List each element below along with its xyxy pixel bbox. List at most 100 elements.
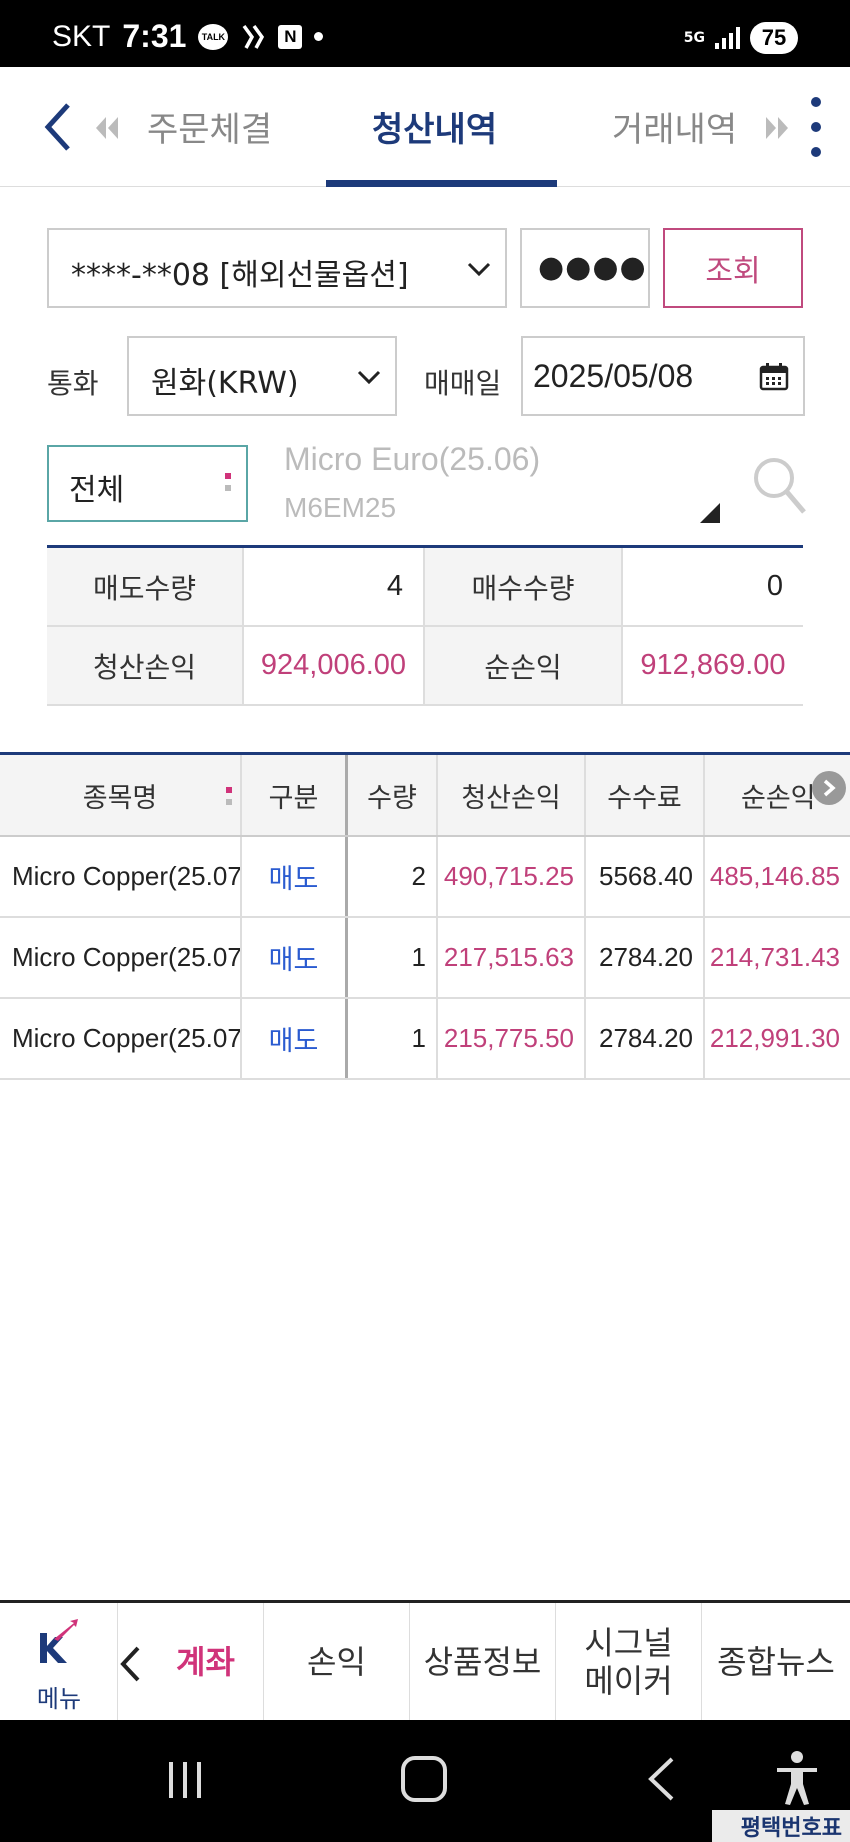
menu-item-signal-maker[interactable]: 시그널 메이커 bbox=[556, 1603, 702, 1720]
liquidation-table: 종목명 구분 수량 청산손익 수수료 순손익 Micro Copper(25.0… bbox=[0, 752, 850, 1080]
currency-label: 통화 bbox=[47, 367, 99, 400]
col-header-product-label: 종목명 bbox=[82, 782, 158, 814]
menu-item-account[interactable]: 계좌 bbox=[118, 1603, 264, 1720]
main-menu-button[interactable]: 메뉴 bbox=[0, 1603, 118, 1720]
buy-qty-label: 매수수량 bbox=[425, 548, 623, 625]
net-pl-value: 912,869.00 bbox=[640, 649, 786, 681]
more-menu-icon[interactable] bbox=[806, 97, 826, 157]
chevron-down-icon bbox=[467, 262, 491, 277]
menu-item-pl[interactable]: 손익 bbox=[264, 1603, 410, 1720]
cell-side: 매도 bbox=[242, 999, 348, 1078]
password-input[interactable]: ●●●● bbox=[520, 228, 650, 308]
col-header-net-pl: 순손익 bbox=[705, 755, 850, 835]
product-code: M6EM25 bbox=[284, 492, 397, 523]
cell-liquidation-pl: 217,515.63 bbox=[438, 918, 586, 997]
prev-tab-icon[interactable] bbox=[92, 113, 122, 143]
back-button[interactable] bbox=[40, 97, 80, 157]
cell-fee: 5568.40 bbox=[586, 837, 705, 916]
next-tab-icon[interactable] bbox=[762, 113, 792, 143]
bottom-menu: 메뉴 계좌 손익 상품정보 시그널 메이커 종합뉴스 bbox=[0, 1600, 850, 1720]
dropdown-corner-icon[interactable] bbox=[700, 503, 720, 523]
back-arrow-icon bbox=[44, 103, 70, 151]
trade-date-field[interactable]: 2025/05/08 bbox=[521, 336, 805, 416]
status-left: SKT 7:31 TALK N bbox=[52, 18, 324, 55]
summary-row: 청산손익 924,006.00 순손익 912,869.00 bbox=[47, 627, 803, 706]
cell-liquidation-pl: 490,715.25 bbox=[438, 837, 586, 916]
notification-dot-icon bbox=[314, 32, 324, 41]
clock: 7:31 bbox=[122, 18, 187, 54]
account-select-value: ****-**08 [해외선물옵션] bbox=[71, 258, 409, 293]
cell-product: Micro Copper(25.07) bbox=[0, 918, 242, 997]
chevron-left-icon[interactable] bbox=[118, 1645, 142, 1683]
watermark: 평택번호표 bbox=[712, 1810, 850, 1842]
search-icon[interactable] bbox=[752, 456, 806, 516]
trade-date-label: 매매일 bbox=[424, 367, 502, 400]
accessibility-icon[interactable] bbox=[775, 1750, 819, 1806]
cell-side: 매도 bbox=[242, 837, 348, 916]
bolt-icon bbox=[240, 24, 266, 50]
scroll-right-icon[interactable] bbox=[812, 771, 846, 805]
naver-icon: N bbox=[278, 24, 303, 49]
net-pl-label: 순손익 bbox=[425, 627, 623, 704]
signal-icon bbox=[715, 27, 740, 49]
currency-select[interactable]: 원화(KRW) bbox=[127, 336, 397, 416]
liquidation-pl-value: 924,006.00 bbox=[244, 627, 425, 704]
table-row[interactable]: Micro Copper(25.07) 매도 1 215,775.50 2784… bbox=[0, 999, 850, 1080]
menu-item-product-info[interactable]: 상품정보 bbox=[410, 1603, 556, 1720]
tab-order-execution[interactable]: 주문체결 bbox=[147, 102, 272, 151]
sell-qty-value: 4 bbox=[244, 548, 425, 625]
tab-trade-history[interactable]: 거래내역 bbox=[612, 102, 737, 151]
cell-net-pl: 485,146.85 bbox=[709, 861, 840, 891]
cell-product: Micro Copper(25.07) bbox=[0, 999, 242, 1078]
col-header-qty: 수량 bbox=[348, 755, 438, 835]
cell-side: 매도 bbox=[242, 918, 348, 997]
home-icon[interactable] bbox=[401, 1756, 447, 1802]
recent-apps-icon[interactable] bbox=[165, 1760, 205, 1800]
table-row[interactable]: Micro Copper(25.07) 매도 1 217,515.63 2784… bbox=[0, 918, 850, 999]
col-header-liquidation-pl: 청산손익 bbox=[438, 755, 586, 835]
cell-liquidation-pl: 215,775.50 bbox=[438, 999, 586, 1078]
carrier-label: SKT bbox=[52, 19, 111, 53]
active-tab-indicator bbox=[326, 180, 557, 187]
liquidation-pl-label: 청산손익 bbox=[47, 627, 244, 704]
summary-row: 매도수량 4 매수수량 0 bbox=[47, 548, 803, 627]
password-mask: ●●●● bbox=[538, 250, 647, 285]
status-bar: SKT 7:31 TALK N 5G 75 bbox=[0, 0, 850, 67]
tab-liquidation-history[interactable]: 청산내역 bbox=[372, 102, 497, 151]
scope-select[interactable]: 전체 bbox=[47, 445, 248, 522]
kakaotalk-icon: TALK bbox=[198, 23, 229, 50]
chevron-down-icon bbox=[357, 370, 381, 385]
status-right: 5G 75 bbox=[684, 22, 798, 54]
col-header-side: 구분 bbox=[242, 755, 348, 835]
table-header: 종목명 구분 수량 청산손익 수수료 순손익 bbox=[0, 755, 850, 837]
scope-select-value: 전체 bbox=[69, 473, 125, 508]
account-select[interactable]: ****-**08 [해외선물옵션] bbox=[47, 228, 507, 308]
sort-marker-icon bbox=[226, 787, 232, 807]
table-row[interactable]: Micro Copper(25.07) 매도 2 490,715.25 5568… bbox=[0, 837, 850, 918]
calendar-icon[interactable] bbox=[759, 362, 789, 392]
cell-qty: 1 bbox=[348, 918, 438, 997]
cell-fee: 2784.20 bbox=[586, 999, 705, 1078]
buy-qty-value: 0 bbox=[766, 570, 783, 602]
top-nav: 주문체결 청산내역 거래내역 bbox=[0, 67, 850, 187]
k-logo-icon bbox=[40, 1619, 78, 1663]
cell-qty: 2 bbox=[348, 837, 438, 916]
menu-item-account-label: 계좌 bbox=[176, 1642, 235, 1681]
battery-indicator: 75 bbox=[750, 22, 798, 54]
sell-qty-label: 매도수량 bbox=[47, 548, 244, 625]
menu-item-news[interactable]: 종합뉴스 bbox=[702, 1603, 850, 1720]
sort-marker-icon bbox=[225, 473, 231, 493]
trade-date-value: 2025/05/08 bbox=[533, 358, 694, 394]
network-type-icon: 5G bbox=[683, 30, 705, 46]
query-button[interactable]: 조회 bbox=[663, 228, 803, 308]
cell-qty: 1 bbox=[348, 999, 438, 1078]
back-nav-icon[interactable] bbox=[646, 1756, 676, 1802]
cell-net-pl: 214,731.43 bbox=[709, 942, 840, 972]
col-header-net-pl-label: 순손익 bbox=[741, 782, 816, 814]
col-header-product[interactable]: 종목명 bbox=[0, 755, 242, 835]
product-name[interactable]: Micro Euro(25.06) bbox=[284, 441, 540, 478]
cell-net-pl: 212,991.30 bbox=[709, 1023, 840, 1053]
summary-grid: 매도수량 4 매수수량 0 청산손익 924,006.00 순손익 912,86… bbox=[47, 545, 803, 706]
menu-label: 메뉴 bbox=[36, 1685, 82, 1713]
col-header-fee: 수수료 bbox=[586, 755, 705, 835]
